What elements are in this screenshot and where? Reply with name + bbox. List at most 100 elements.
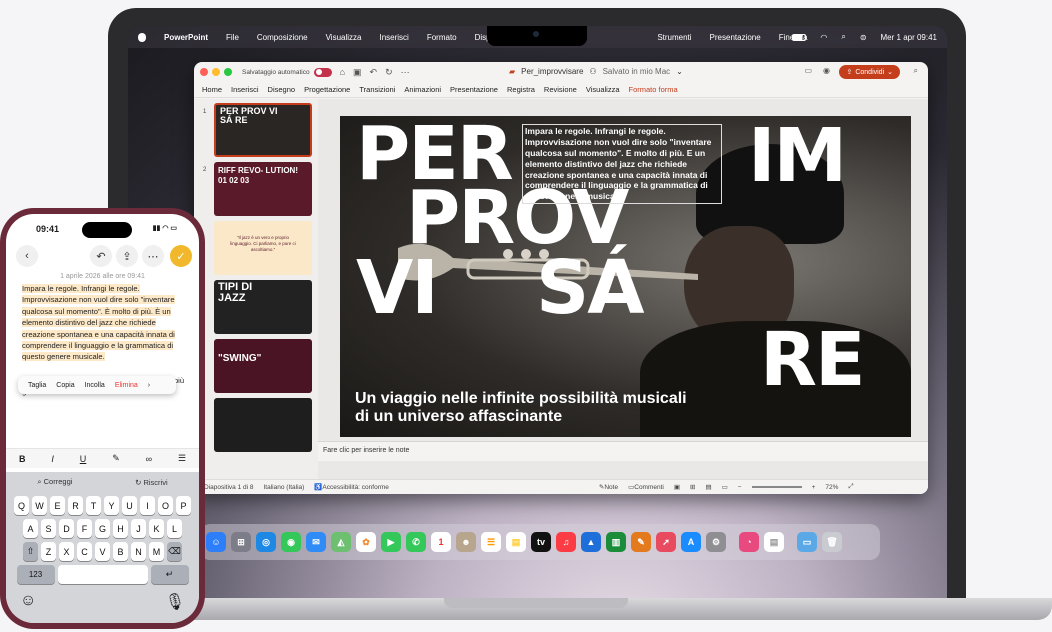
trash-icon[interactable]: 🗑 — [822, 532, 842, 552]
record-icon[interactable]: ◉ — [823, 66, 830, 75]
key-d[interactable]: D — [59, 519, 74, 538]
autosave-toggle[interactable] — [313, 67, 332, 77]
menu-item[interactable]: Composizione — [257, 33, 308, 42]
zoom-slider[interactable] — [751, 486, 802, 488]
facetime-icon[interactable]: ▶ — [381, 532, 401, 552]
key-k[interactable]: K — [149, 519, 164, 538]
slide-textbox[interactable]: Impara le regole. Infrangi le regole. Im… — [522, 124, 722, 205]
slideshow-icon[interactable]: ▭ — [722, 483, 728, 491]
menu-app-name[interactable]: PowerPoint — [164, 33, 208, 42]
more-icon[interactable]: ⋯ — [401, 67, 410, 78]
tab-view[interactable]: Visualizza — [586, 85, 620, 94]
minimize-button[interactable] — [212, 68, 220, 76]
proofread-button[interactable]: ⌕ Correggi — [37, 477, 72, 487]
numbers-icon[interactable]: ▥ — [606, 532, 626, 552]
return-key[interactable]: ↵ — [150, 565, 189, 584]
rocket-icon[interactable]: ➚ — [656, 532, 676, 552]
slide-thumbnail[interactable]: "SWING" — [214, 339, 312, 393]
selected-text[interactable]: Impara le regole. Infrangi le regole. Im… — [22, 284, 175, 362]
zoom-out-icon[interactable]: − — [738, 484, 742, 491]
key-i[interactable]: I — [140, 496, 155, 515]
menu-item[interactable]: Formato — [427, 33, 457, 42]
key-p[interactable]: P — [176, 496, 191, 515]
normal-view-icon[interactable]: ▣ — [674, 483, 680, 491]
bold-icon[interactable]: B — [19, 454, 26, 464]
key-b[interactable]: B — [113, 542, 128, 561]
slide-thumbnail[interactable] — [214, 398, 312, 452]
key-l[interactable]: L — [167, 519, 182, 538]
numbers-key[interactable]: 123 — [16, 565, 55, 584]
share-icon[interactable]: ⇪ — [116, 245, 138, 267]
menu-item[interactable]: File — [226, 33, 239, 42]
comment-icon[interactable]: ▭ — [804, 66, 812, 75]
notes-button[interactable]: Note — [604, 484, 618, 491]
paste-button[interactable]: Incolla — [85, 382, 105, 389]
tab-review[interactable]: Revisione — [544, 85, 577, 94]
slide-thumbnail[interactable]: TIPI DI JAZZ — [214, 280, 312, 334]
tab-shape-format[interactable]: Formato forma — [629, 85, 678, 94]
list-icon[interactable]: ☰ — [178, 453, 186, 464]
tv-icon[interactable]: tv — [531, 532, 551, 552]
key-z[interactable]: Z — [41, 542, 56, 561]
tab-design[interactable]: Progettazione — [304, 85, 350, 94]
tab-home[interactable]: Home — [202, 85, 222, 94]
folder-icon[interactable]: ▭ — [797, 532, 817, 552]
key-m[interactable]: M — [149, 542, 164, 561]
tab-draw[interactable]: Disegno — [268, 85, 296, 94]
accessibility-status[interactable]: Accessibilità: conforme — [322, 484, 388, 491]
shift-key[interactable]: ⇧ — [23, 542, 38, 561]
pages-icon[interactable]: ✎ — [631, 532, 651, 552]
menu-item[interactable]: Inserisci — [379, 33, 408, 42]
emoji-icon[interactable]: ☺ — [20, 592, 36, 612]
undo-icon[interactable]: ↶ — [90, 245, 112, 267]
microphone-icon[interactable]: 🎙 — [165, 592, 185, 612]
key-n[interactable]: N — [131, 542, 146, 561]
key-x[interactable]: X — [59, 542, 74, 561]
space-key[interactable] — [57, 565, 148, 584]
save-icon[interactable]: ▣ — [353, 67, 362, 78]
mail-icon[interactable]: ✉ — [306, 532, 326, 552]
sorter-view-icon[interactable]: ⊞ — [690, 483, 695, 491]
chevron-right-icon[interactable]: › — [148, 382, 150, 389]
messages-icon[interactable]: ◉ — [281, 532, 301, 552]
key-o[interactable]: O — [158, 496, 173, 515]
music-icon[interactable]: ♫ — [556, 532, 576, 552]
tab-transitions[interactable]: Transizioni — [359, 85, 395, 94]
link-icon[interactable]: ∞ — [146, 454, 152, 464]
tab-slideshow[interactable]: Presentazione — [450, 85, 498, 94]
tab-record[interactable]: Registra — [507, 85, 535, 94]
more-icon[interactable]: ⋯ — [142, 245, 164, 267]
finder-icon[interactable]: ☺ — [206, 532, 226, 552]
slide-main[interactable]: PER PROV VI SÁ IM RE Impara le regole. I… — [340, 116, 911, 437]
rewrite-button[interactable]: ↻ Riscrivi — [135, 478, 168, 487]
settings-icon[interactable]: ⚙ — [706, 532, 726, 552]
key-c[interactable]: C — [77, 542, 92, 561]
key-f[interactable]: F — [77, 519, 92, 538]
zoom-button[interactable] — [224, 68, 232, 76]
document-title[interactable]: ▰ Per_improvvisare ⚇ Salvato in mio Mac … — [509, 67, 683, 76]
contacts-icon[interactable]: ☻ — [456, 532, 476, 552]
cut-button[interactable]: Taglia — [28, 382, 46, 389]
phone-icon[interactable]: ✆ — [406, 532, 426, 552]
colorsync-icon[interactable]: ◔ — [739, 532, 759, 552]
delete-button[interactable]: Elimina — [115, 382, 138, 389]
battery-icon[interactable] — [792, 33, 807, 41]
tab-animations[interactable]: Animazioni — [404, 85, 441, 94]
slide-thumbnail[interactable]: RIFF REVO- LUTION! 01 02 03 — [214, 162, 312, 216]
reminders-icon[interactable]: ☰ — [481, 532, 501, 552]
key-s[interactable]: S — [41, 519, 56, 538]
slide-caption[interactable]: Un viaggio nelle infinite possibilità mu… — [355, 390, 695, 427]
menu-item[interactable]: Visualizza — [326, 33, 362, 42]
italic-icon[interactable]: I — [51, 454, 54, 464]
checkmark-icon[interactable]: ✓ — [170, 245, 192, 267]
appstore-icon[interactable]: A — [681, 532, 701, 552]
clock[interactable]: Mer 1 apr 09:41 — [881, 33, 937, 42]
key-g[interactable]: G — [95, 519, 110, 538]
launchpad-icon[interactable]: ⊞ — [231, 532, 251, 552]
underline-icon[interactable]: U — [80, 454, 87, 464]
back-icon[interactable]: ‹ — [16, 245, 38, 267]
slide-thumbnail[interactable]: PER PROV VI SÁ RE — [214, 103, 312, 157]
zoom-level[interactable]: 72% — [825, 484, 838, 491]
home-icon[interactable]: ⌂ — [340, 67, 345, 77]
menu-item[interactable]: Strumenti — [657, 33, 691, 42]
